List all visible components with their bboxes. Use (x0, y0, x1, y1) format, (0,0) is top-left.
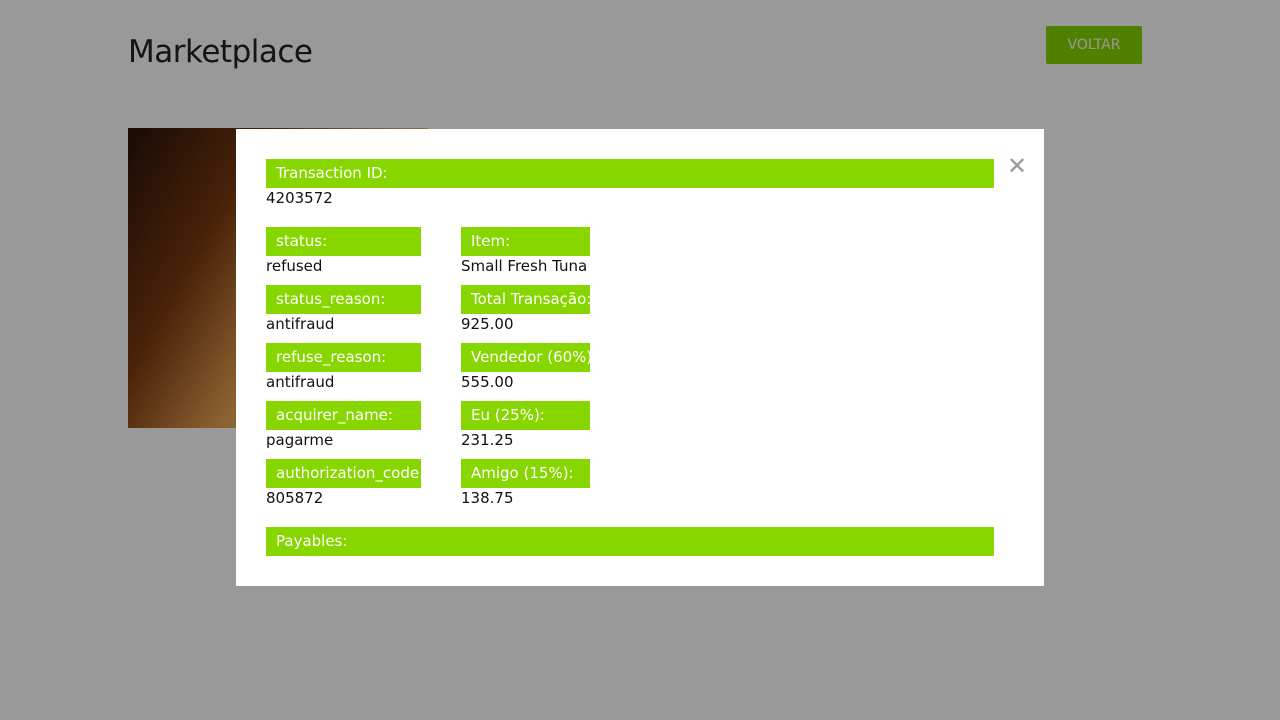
status-value: refused (266, 257, 323, 275)
refuse-reason-value: antifraud (266, 373, 335, 391)
transaction-modal: ✕ Transaction ID: 4203572 status: refuse… (236, 129, 1044, 586)
transaction-id-label: Transaction ID: (266, 159, 994, 188)
status-reason-label: status_reason: (266, 285, 421, 314)
refuse-reason-label: refuse_reason: (266, 343, 421, 372)
acquirer-name-label: acquirer_name: (266, 401, 421, 430)
payables-label: Payables: (266, 527, 994, 556)
transaction-id-value: 4203572 (266, 189, 333, 207)
close-icon[interactable]: ✕ (1006, 154, 1028, 178)
authorization-code-label: authorization_code: (266, 459, 421, 488)
total-transaction-label: Total Transação: (461, 285, 590, 314)
friend-share-value: 138.75 (461, 489, 514, 507)
my-share-value: 231.25 (461, 431, 514, 449)
authorization-code-value: 805872 (266, 489, 324, 507)
status-reason-value: antifraud (266, 315, 335, 333)
status-label: status: (266, 227, 421, 256)
friend-share-label: Amigo (15%): (461, 459, 590, 488)
seller-share-value: 555.00 (461, 373, 514, 391)
my-share-label: Eu (25%): (461, 401, 590, 430)
seller-share-label: Vendedor (60%): (461, 343, 590, 372)
acquirer-name-value: pagarme (266, 431, 334, 449)
item-label: Item: (461, 227, 590, 256)
item-value: Small Fresh Tuna (461, 257, 588, 275)
total-transaction-value: 925.00 (461, 315, 514, 333)
